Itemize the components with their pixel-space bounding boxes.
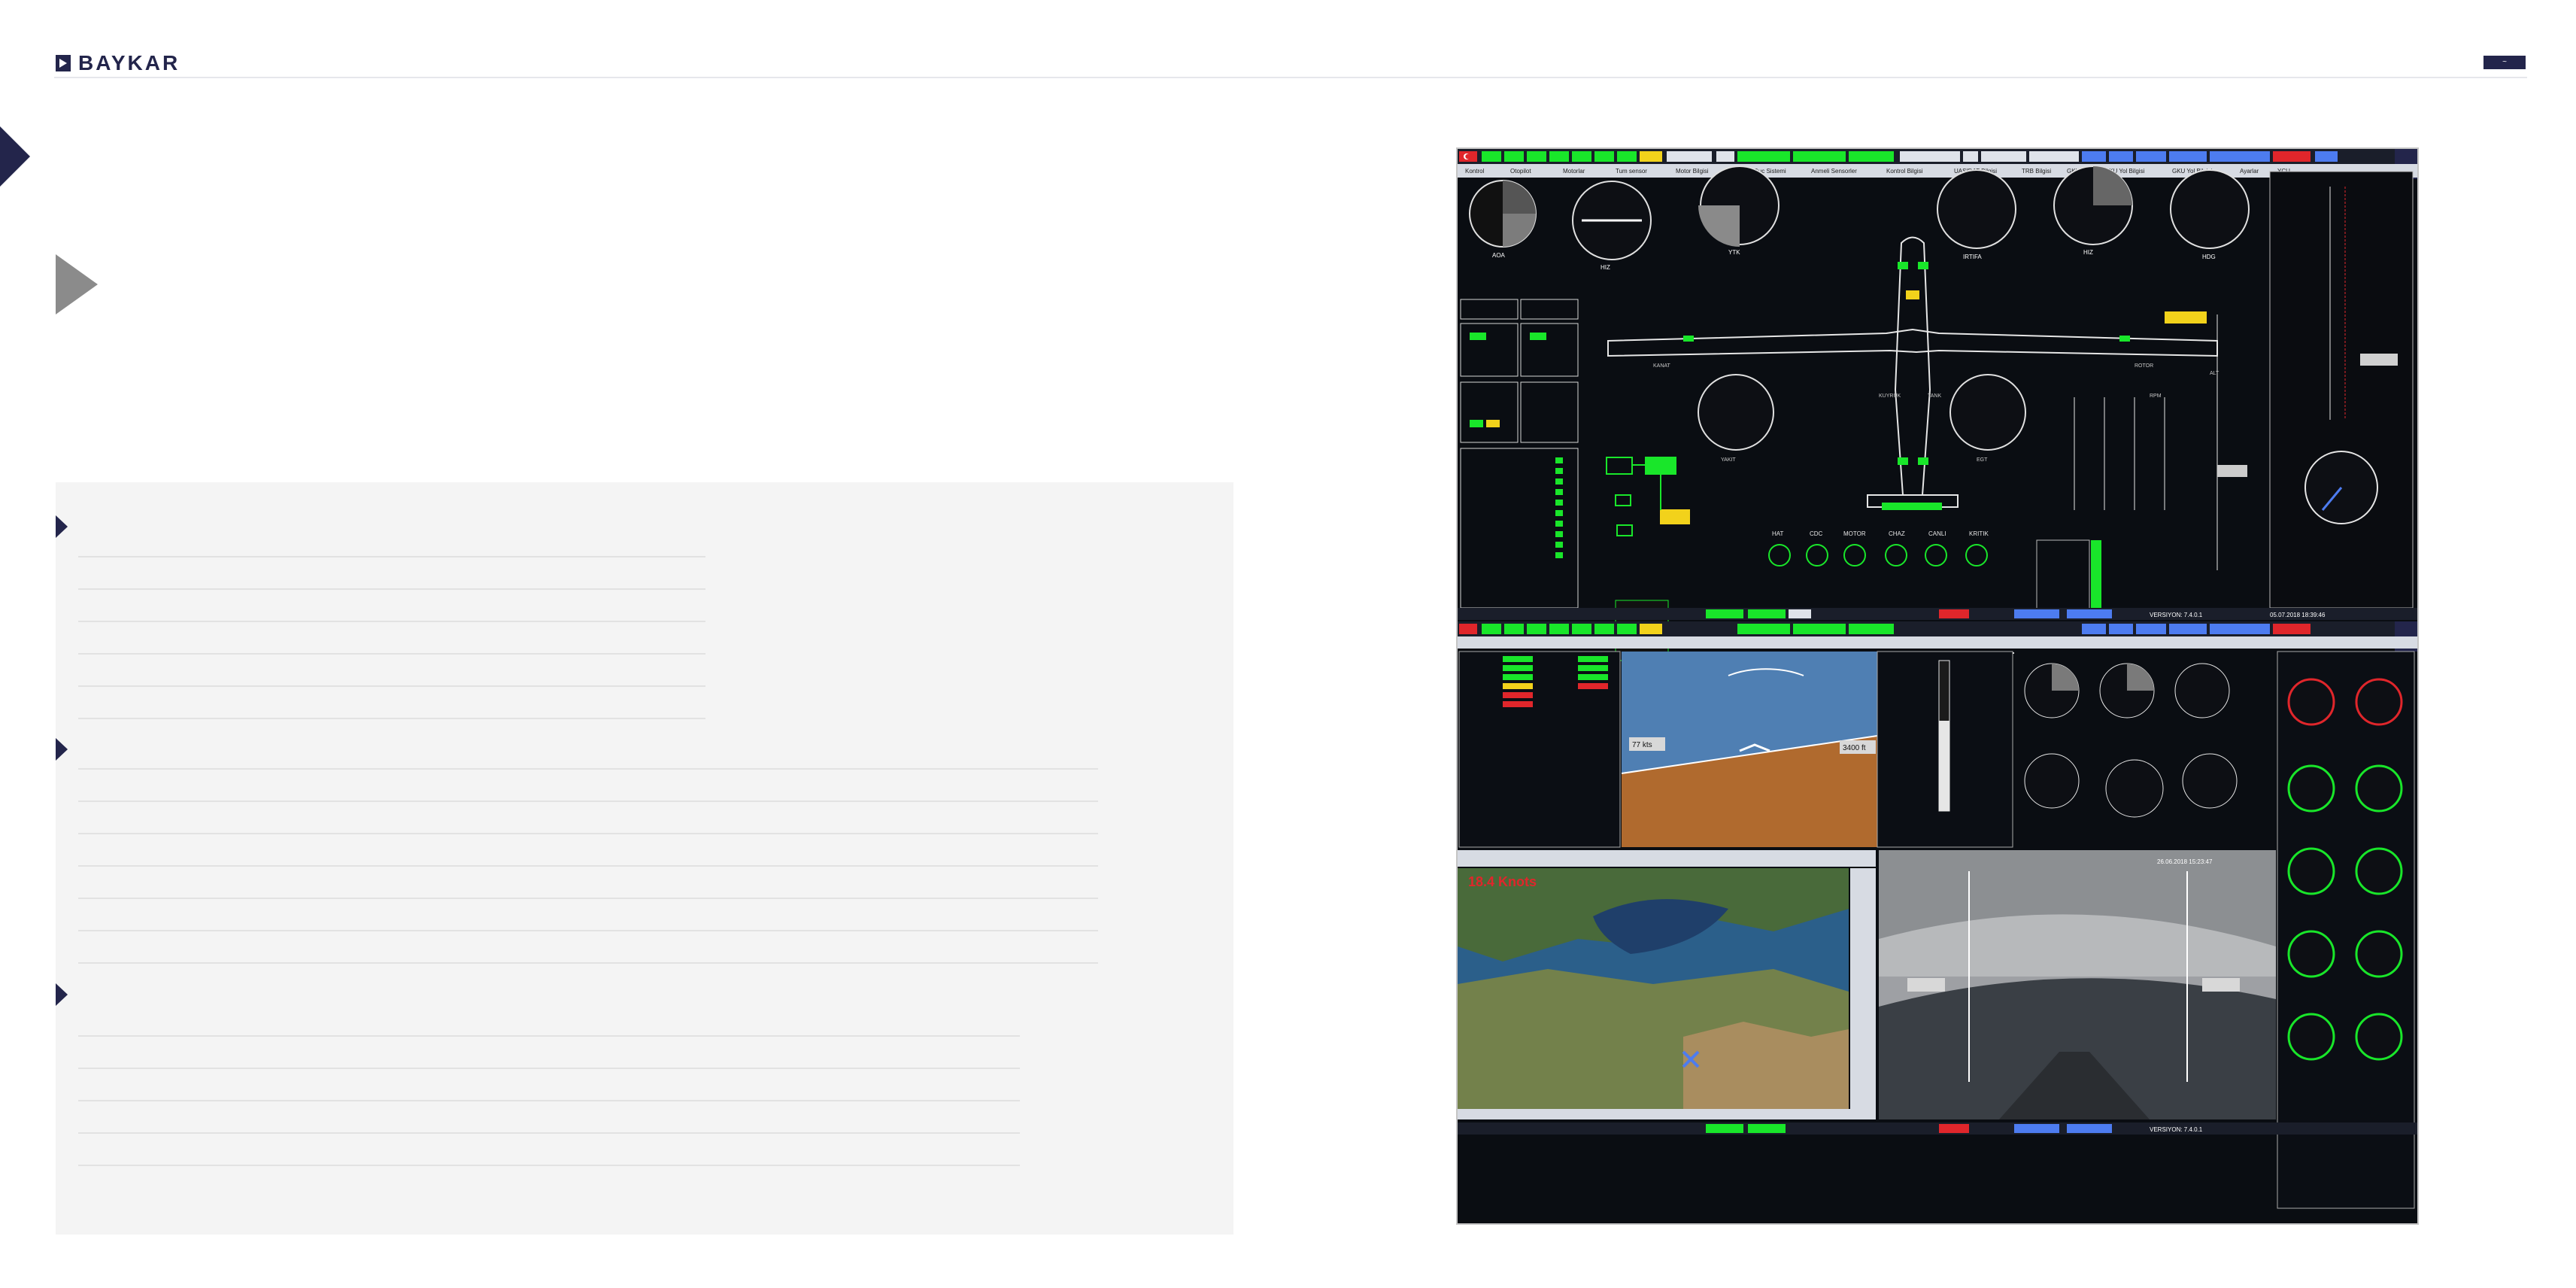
gauge-label-hdg: HDG	[2202, 254, 2216, 260]
section-2-arrow-icon	[56, 738, 68, 761]
map-coord-bar	[1458, 1109, 1876, 1119]
altitude-bug	[2165, 311, 2207, 324]
slide-edge-arrow-icon	[0, 126, 30, 187]
section-2-row	[78, 768, 1098, 770]
section-1-row	[78, 718, 705, 719]
engine-label-chaz: CHAZ	[1889, 530, 1905, 537]
content-panel	[56, 482, 1233, 1235]
hud-time: 26.06.2018 15:23:47	[2157, 858, 2213, 865]
altitude-readout	[2217, 465, 2247, 477]
attitude-indicator	[1621, 652, 1878, 847]
section-1-row	[78, 653, 705, 655]
engine-label-hat: HAT	[1772, 530, 1784, 537]
engine-label-kritik: KRITIK	[1969, 530, 1989, 537]
page-badge: ~	[2483, 56, 2526, 69]
map-toolbar	[1458, 850, 1876, 867]
tab-ayarlar: Ayarlar	[2240, 168, 2259, 175]
gauge-label-ytk: YTK	[1728, 249, 1740, 256]
engine-label-canli: CANLI	[1928, 530, 1946, 537]
section-1-arrow-icon	[56, 515, 68, 538]
right-altitude-panel	[2269, 171, 2414, 609]
sub-label-yakit: YAKIT	[1721, 457, 1736, 463]
top-version-label: VERSIYON: 7.4.0.1	[2150, 612, 2203, 618]
section-2-row	[78, 898, 1098, 899]
tab-kontrol: Kontrol	[1465, 168, 1485, 175]
baykar-logo: BAYKAR	[56, 51, 180, 75]
tab-trb: TRB Bilgisi	[2022, 168, 2051, 175]
gcs-screenshot: Kontrol Otopilot Motorlar Tum sensor Mot…	[1456, 147, 2419, 1225]
section-1-row	[78, 588, 705, 590]
section-2-row	[78, 865, 1098, 867]
bottom-tab-bar	[1458, 636, 2417, 649]
bottom-version-label: VERSIYON: 7.4.0.1	[2150, 1126, 2203, 1133]
engine-label-motor: MOTOR	[1843, 530, 1866, 537]
pfd-speed-tag: 77 kts	[1632, 741, 1652, 749]
tab-motor-bilgisi: Motor Bilgisi	[1676, 168, 1709, 175]
engine-label-cdc: CDC	[1810, 530, 1823, 537]
section-3-row	[78, 1068, 1020, 1069]
gauge-label-hiz: HIZ	[1601, 264, 1610, 271]
sub-label-tank: TANK	[1928, 393, 1941, 399]
tab-kontrol-bilgisi: Kontrol Bilgisi	[1886, 168, 1923, 175]
map-side-toolbar	[1850, 868, 1876, 1109]
top-footer-time: 05.07.2018 18:39:46	[2270, 612, 2326, 618]
header-divider	[54, 77, 2527, 78]
gauge-label-aoa: AOA	[1492, 252, 1506, 259]
bottom-footer-bar	[1458, 1122, 2417, 1135]
section-2-row	[78, 800, 1098, 802]
tab-anmeli: Anmeli Sensorler	[1811, 168, 1857, 175]
gauge-label-irtifa: IRTIFA	[1963, 254, 1982, 260]
title-play-icon	[56, 254, 98, 314]
logo-text: BAYKAR	[78, 51, 181, 74]
section-3-row	[78, 1035, 1020, 1037]
gauge-label-hiz-2: HIZ	[2083, 249, 2093, 256]
tab-motorlar: Motorlar	[1563, 168, 1585, 175]
section-1-row	[78, 685, 705, 687]
sub-label-rotor: ROTOR	[2135, 363, 2153, 369]
section-2-row	[78, 930, 1098, 931]
map-view	[1458, 868, 1849, 1109]
sub-label-kuyruk: KUYRUK	[1879, 393, 1901, 399]
section-3-row	[78, 1132, 1020, 1134]
section-3-row	[78, 1100, 1020, 1101]
sub-label-rpm: RPM	[2150, 393, 2162, 399]
section-2-row	[78, 962, 1098, 964]
section-1-row	[78, 556, 705, 557]
pfd-alt-tag: 3400 ft	[1843, 744, 1866, 752]
section-2-row	[78, 833, 1098, 834]
logo-mark-icon	[56, 55, 71, 71]
tab-otopilot: Otopilot	[1510, 168, 1531, 175]
sub-label-alt: ALT	[2210, 371, 2219, 376]
tab-tum-sensor: Tum sensor	[1616, 168, 1647, 175]
map-speed-label: 18.4 Knots	[1468, 874, 1537, 889]
section-3-row	[78, 1165, 1020, 1166]
flag-icon-bottom	[1459, 624, 1477, 634]
bottom-left-status-table	[1458, 651, 1621, 848]
sub-label-egt: EGT	[1977, 457, 1988, 463]
section-3-arrow-icon	[56, 983, 68, 1006]
camera-view	[1879, 850, 2276, 1119]
section-1-row	[78, 621, 705, 622]
sub-label-kanat: KANAT	[1653, 363, 1671, 369]
